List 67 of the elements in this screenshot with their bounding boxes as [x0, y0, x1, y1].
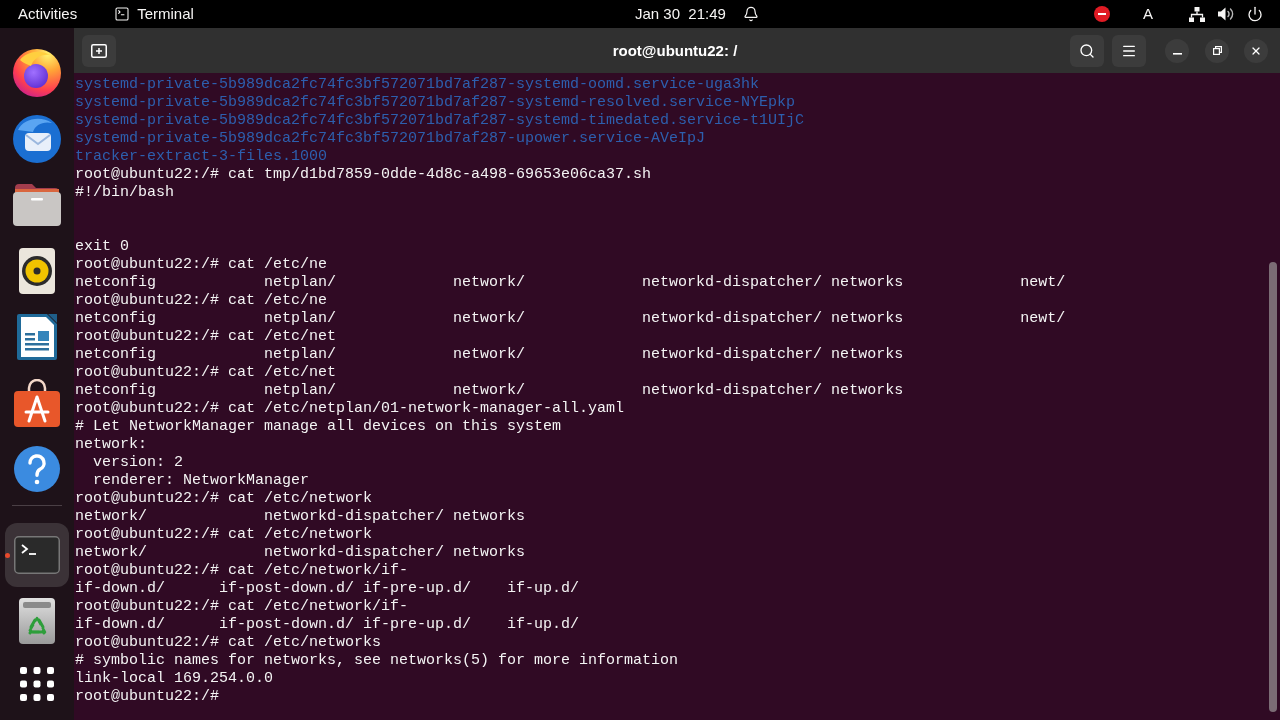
scrollbar-thumb[interactable] — [1269, 262, 1277, 712]
maximize-button[interactable] — [1205, 38, 1229, 63]
minus-circle-icon[interactable] — [1094, 6, 1110, 22]
folder-icon[interactable] — [13, 184, 61, 226]
terminal-line: #!/bin/bash — [75, 184, 175, 202]
directory-entry: systemd-private-5b989dca2fc74fc3bf572071bd7af287-systemd-timedated.service-t1UIjC — [75, 112, 805, 130]
shopping-bag-icon[interactable] — [14, 379, 60, 427]
directory-entry: systemd-private-5b989dca2fc74fc3bf572071bd7af287-upower.service-AVeIpJ — [75, 130, 706, 148]
document-icon[interactable] — [17, 314, 57, 360]
terminal-line: if-down.d/ if-post-down.d/ if-pre-up.d/ if-up.d/ — [75, 580, 580, 598]
terminal-line: # Let NetworkManager manage all devices on this system — [75, 418, 562, 436]
terminal-line: root@ubuntu22:/# cat tmp/d1bd7859-0dde-4d8c-a498-69653e06ca37.sh — [75, 166, 652, 184]
terminal-line: root@ubuntu22:/# — [75, 688, 220, 706]
window-title: root@ubuntu22: / — [612, 42, 738, 59]
app-grid-icon[interactable] — [20, 666, 54, 701]
terminal-line: root@ubuntu22:/# cat /etc/ne — [75, 292, 328, 310]
restore-icon — [1212, 46, 1222, 55]
terminal-line: exit 0 — [75, 238, 129, 256]
terminal-line: root@ubuntu22:/# cat /etc/network — [75, 490, 373, 508]
speaker-icon[interactable] — [19, 248, 55, 294]
globe-flame-icon[interactable] — [13, 49, 61, 97]
minimize-button[interactable] — [1165, 38, 1189, 63]
terminal-line: root@ubuntu22:/# cat /etc/network/if- — [75, 562, 409, 580]
terminal-line: link-local 169.254.0.0 — [75, 670, 274, 688]
terminal-icon[interactable] — [14, 535, 60, 574]
terminal-line: root@ubuntu22:/# cat /etc/net — [75, 328, 337, 346]
app-menu-button[interactable]: Terminal — [114, 5, 194, 23]
search-icon — [1079, 42, 1095, 59]
new-tab-button[interactable] — [82, 34, 116, 67]
terminal-line: netconfig netplan/ network/ networkd-dispatcher/ networks newt/ — [75, 274, 1066, 292]
terminal-line: network/ networkd-dispatcher/ networks — [75, 544, 526, 562]
search-button[interactable] — [1070, 34, 1104, 67]
activities-button[interactable]: Activities — [18, 5, 78, 23]
terminal-line: root@ubuntu22:/# cat /etc/net — [75, 364, 337, 382]
terminal-line: root@ubuntu22:/# cat /etc/netplan/01-network-manager-all.yaml — [75, 400, 625, 418]
terminal-line: root@ubuntu22:/# cat /etc/network/if- — [75, 598, 409, 616]
input-source-indicator[interactable]: A — [1143, 5, 1153, 23]
terminal-line: netconfig netplan/ network/ networkd-dispatcher/ networks — [75, 346, 904, 364]
trash-icon[interactable] — [19, 597, 55, 644]
directory-entry: systemd-private-5b989dca2fc74fc3bf572071bd7af287-systemd-resolved.service-NYEpkp — [75, 94, 796, 112]
menu-button[interactable] — [1112, 34, 1146, 67]
terminal-line: root@ubuntu22:/# cat /etc/networks — [75, 634, 382, 652]
terminal-line: root@ubuntu22:/# cat /etc/ne — [75, 256, 328, 274]
help-icon[interactable] — [14, 446, 60, 492]
terminal-line: if-down.d/ if-post-down.d/ if-pre-up.d/ if-up.d/ — [75, 616, 580, 634]
volume-icon[interactable] — [1218, 7, 1234, 21]
new-tab-icon — [91, 43, 107, 58]
terminal-line: root@ubuntu22:/# cat /etc/network — [75, 526, 373, 544]
status-dot-icon — [5, 552, 10, 558]
terminal-line: netconfig netplan/ network/ networkd-dispatcher/ networks — [75, 382, 904, 400]
network-icon[interactable] — [1189, 6, 1205, 22]
close-button[interactable] — [1244, 38, 1268, 63]
minimize-icon — [1172, 52, 1182, 55]
bird-envelope-icon[interactable] — [13, 115, 61, 163]
bell-icon[interactable] — [742, 6, 759, 22]
clock-button[interactable]: Jan 30 21:49 — [635, 5, 726, 23]
terminal-line: renderer: NetworkManager — [92, 472, 310, 490]
terminal-icon — [114, 6, 131, 22]
terminal-line: network/ networkd-dispatcher/ networks — [75, 508, 526, 526]
directory-entry: tracker-extract-3-files.1000 — [75, 148, 328, 166]
terminal-line: version: 2 — [92, 454, 184, 472]
terminal-line: netconfig netplan/ network/ networkd-dispatcher/ networks newt/ — [75, 310, 1066, 328]
terminal-line: network: — [75, 436, 147, 454]
directory-entry: systemd-private-5b989dca2fc74fc3bf572071bd7af287-systemd-oomd.service-uga3hk — [75, 76, 760, 94]
terminal-line: # symbolic names for networks, see networks(5) for more information — [75, 652, 679, 670]
dock-item[interactable] — [5, 522, 69, 587]
power-icon[interactable] — [1247, 6, 1263, 22]
